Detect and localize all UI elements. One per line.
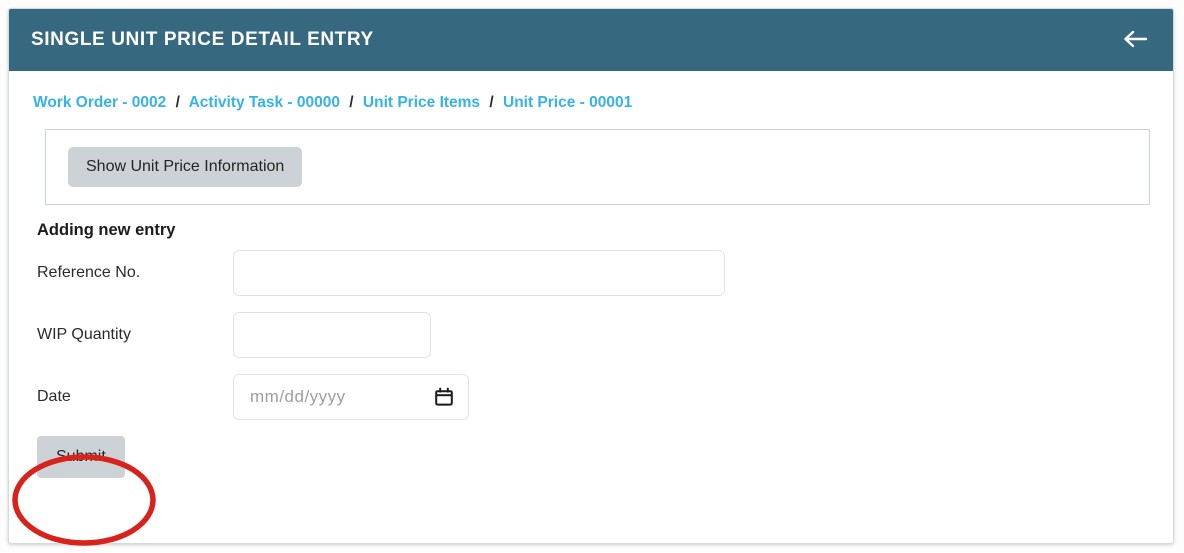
reference-no-input[interactable] (233, 250, 725, 296)
form-section-title: Adding new entry (37, 221, 176, 239)
breadcrumb-separator: / (489, 94, 494, 111)
form-row-date: Date mm/dd/yyyy (9, 366, 1173, 428)
detail-entry-card: SINGLE UNIT PRICE DETAIL ENTRY Work Orde… (8, 8, 1174, 544)
wip-quantity-input[interactable] (233, 312, 431, 358)
card-body: Work Order - 0002 / Activity Task - 0000… (9, 71, 1173, 478)
breadcrumb-item-work-order[interactable]: Work Order - 0002 (33, 94, 166, 111)
entry-form: Reference No. WIP Quantity Date mm/dd/yy… (9, 242, 1173, 478)
date-label: Date (37, 388, 71, 405)
breadcrumb: Work Order - 0002 / Activity Task - 0000… (9, 71, 1173, 113)
app-screen: SINGLE UNIT PRICE DETAIL ENTRY Work Orde… (0, 0, 1184, 552)
calendar-icon[interactable] (434, 387, 454, 407)
date-input[interactable]: mm/dd/yyyy (233, 374, 469, 420)
card-header: SINGLE UNIT PRICE DETAIL ENTRY (9, 9, 1173, 71)
show-unit-price-information-button[interactable]: Show Unit Price Information (68, 147, 303, 187)
breadcrumb-separator: / (175, 94, 180, 111)
breadcrumb-item-unit-price-items[interactable]: Unit Price Items (363, 94, 480, 111)
date-placeholder: mm/dd/yyyy (250, 387, 346, 406)
page-title: SINGLE UNIT PRICE DETAIL ENTRY (31, 29, 374, 50)
unit-price-info-panel: Show Unit Price Information (45, 129, 1150, 205)
breadcrumb-item-activity-task[interactable]: Activity Task - 00000 (189, 94, 340, 111)
submit-button[interactable]: Submit (37, 436, 125, 478)
form-row-wip-quantity: WIP Quantity (9, 304, 1173, 366)
reference-no-label: Reference No. (37, 264, 141, 281)
breadcrumb-item-unit-price[interactable]: Unit Price - 00001 (503, 94, 632, 111)
arrow-left-icon (1122, 29, 1148, 52)
breadcrumb-separator: / (349, 94, 354, 111)
form-row-reference-no: Reference No. (9, 242, 1173, 304)
submit-row: Submit (9, 436, 1173, 478)
back-button[interactable] (1119, 24, 1151, 56)
wip-quantity-label: WIP Quantity (37, 326, 131, 343)
